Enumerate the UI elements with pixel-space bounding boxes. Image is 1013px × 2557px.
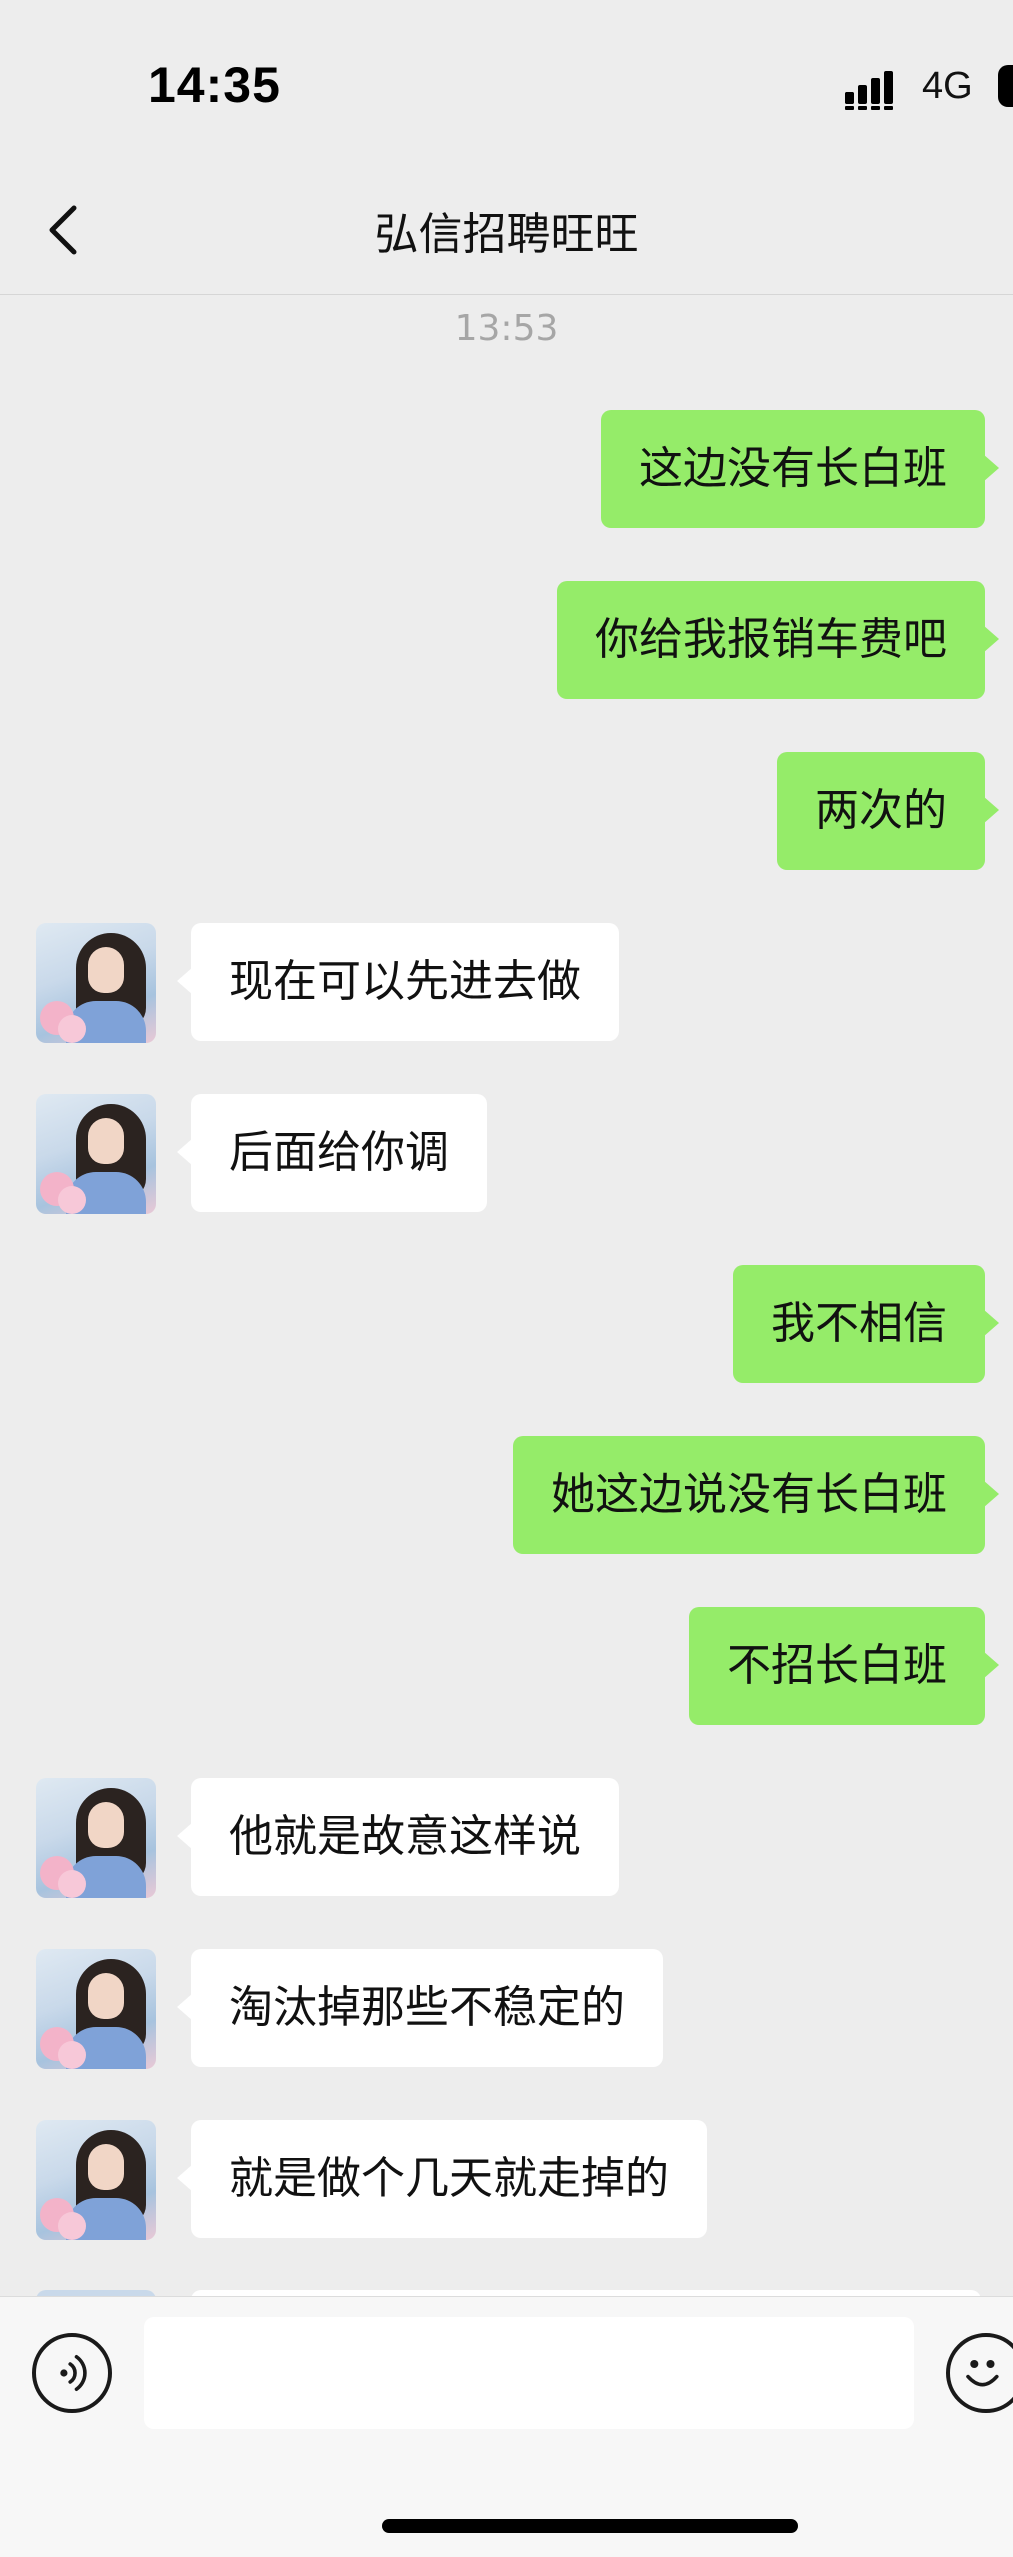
outgoing-message-bubble[interactable]: 不招长白班 (689, 1607, 999, 1725)
incoming-message-bubble[interactable]: 后面给你调 (177, 1094, 487, 1212)
avatar-flower (58, 1015, 86, 1043)
signal-bars-icon (845, 71, 893, 110)
avatar-face (88, 947, 124, 993)
outgoing-message-bubble[interactable]: 我不相信 (733, 1265, 999, 1383)
battery-icon (998, 65, 1013, 107)
chat-input-bar (0, 2296, 1013, 2557)
outgoing-message-bubble[interactable]: 两次的 (777, 752, 999, 870)
avatar-face (88, 2144, 124, 2190)
incoming-message-bubble[interactable]: 就是做个几天就走掉的 (177, 2120, 707, 2238)
contact-avatar[interactable] (36, 1949, 156, 2069)
incoming-message-bubble[interactable]: 现在可以先进去做 (177, 923, 619, 1041)
avatar-flower (58, 1186, 86, 1214)
contact-avatar[interactable] (36, 923, 156, 1043)
incoming-message-bubble[interactable]: 他就是故意这样说 (177, 1778, 619, 1896)
avatar-face (88, 1118, 124, 1164)
contact-avatar[interactable] (36, 1094, 156, 1214)
incoming-message-bubble[interactable]: 淘汰掉那些不稳定的 (177, 1949, 663, 2067)
avatar-flower (58, 2041, 86, 2069)
chat-title: 弘信招聘旺旺 (374, 209, 639, 260)
nav-bar: 弘信招聘旺旺 (0, 170, 1013, 295)
voice-icon[interactable] (32, 2333, 112, 2413)
network-type: 4G (922, 65, 973, 107)
contact-avatar[interactable] (36, 2120, 156, 2240)
avatar-flower (58, 2212, 86, 2240)
emoji-icon[interactable] (946, 2333, 1013, 2413)
status-bar: 14:35 4G (0, 0, 1013, 170)
message-timestamp: 13:53 (454, 308, 559, 349)
message-input[interactable] (144, 2317, 914, 2429)
outgoing-message-bubble[interactable]: 你给我报销车费吧 (557, 581, 999, 699)
avatar-face (88, 1973, 124, 2019)
outgoing-message-bubble[interactable]: 她这边说没有长白班 (513, 1436, 999, 1554)
contact-avatar[interactable] (36, 1778, 156, 1898)
outgoing-message-bubble[interactable]: 这边没有长白班 (601, 410, 999, 528)
home-indicator (382, 2519, 798, 2533)
avatar-flower (58, 1870, 86, 1898)
avatar-face (88, 1802, 124, 1848)
status-time: 14:35 (148, 57, 281, 113)
